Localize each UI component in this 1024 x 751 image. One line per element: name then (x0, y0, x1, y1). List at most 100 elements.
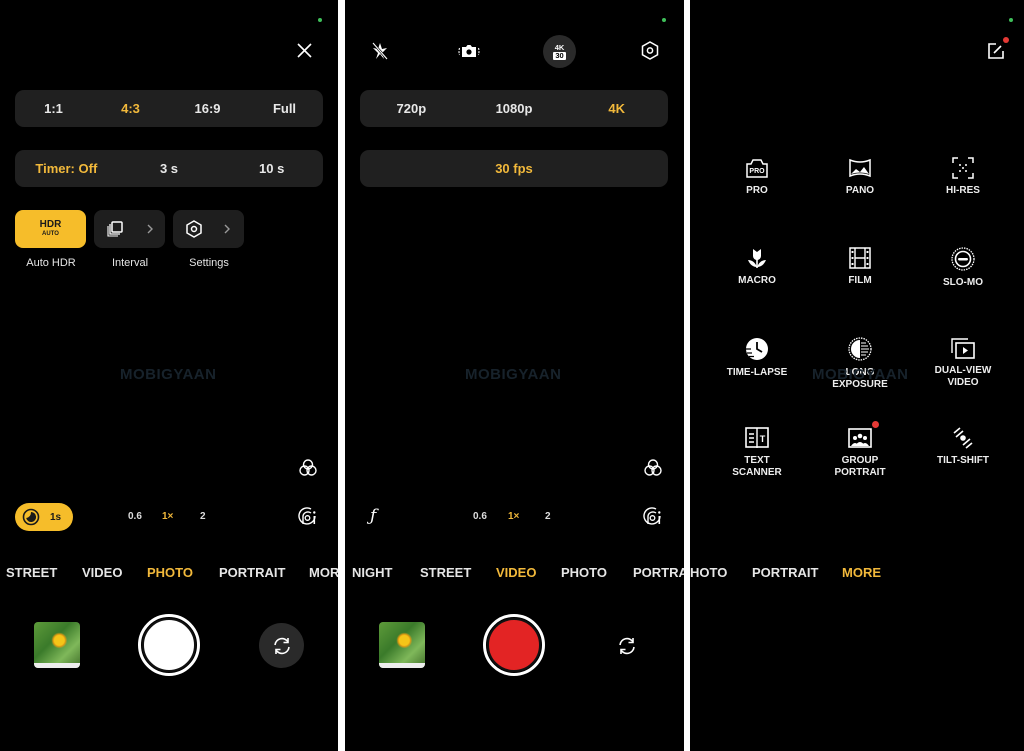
mode-tile-label: FILM (848, 275, 872, 286)
switch-camera-icon (618, 637, 635, 654)
mode-tile-text-scanner[interactable]: T TEXT SCANNER (707, 427, 807, 479)
mode-portrait[interactable]: PORTRA (633, 565, 684, 580)
chevron-right-icon (147, 224, 153, 234)
switch-camera-button[interactable] (259, 623, 304, 668)
filters-icon[interactable] (299, 459, 317, 476)
mode-portrait[interactable]: PORTRAIT (752, 565, 818, 580)
hi-res-icon (952, 157, 974, 179)
macro-icon (748, 249, 766, 268)
mode-night[interactable]: NIGHT (352, 565, 392, 580)
mode-tile-hi-res[interactable]: HI-RES (913, 157, 1013, 197)
mode-tile-label: TIME-LAPSE (726, 367, 788, 378)
settings-button[interactable] (173, 210, 244, 248)
gallery-thumbnail[interactable] (34, 622, 80, 668)
resolution-1080p[interactable]: 1080p (463, 101, 566, 116)
mode-tile-dual-view-video[interactable]: DUAL-VIEW VIDEO (913, 337, 1013, 389)
mode-tile-macro[interactable]: MACRO (707, 247, 807, 287)
interval-button[interactable] (94, 210, 165, 248)
mode-photo[interactable]: PHOTO (147, 565, 193, 580)
settings-icon[interactable] (641, 41, 659, 60)
close-button[interactable] (297, 43, 312, 58)
zoom-2x[interactable]: 2 (200, 511, 206, 522)
zoom-0-6[interactable]: 0.6 (128, 511, 142, 522)
aperture-icon (22, 508, 40, 526)
zoom-2x[interactable]: 2 (545, 511, 551, 522)
new-badge-dot (872, 421, 879, 428)
mode-tile-label: PRO (746, 185, 768, 196)
mode-tile-slo-mo[interactable]: SLO-MO (913, 247, 1013, 289)
resolution-720p[interactable]: 720p (360, 101, 463, 116)
zoom-1x[interactable]: 1× (508, 511, 519, 522)
timer-3s[interactable]: 3 s (118, 161, 221, 176)
svg-text:PRO: PRO (749, 168, 765, 175)
aspect-1-1[interactable]: 1:1 (15, 101, 92, 116)
burst-stack-icon (107, 221, 123, 237)
settings-hexagon-icon (186, 220, 202, 238)
notification-dot (1003, 37, 1009, 43)
aspect-16-9[interactable]: 16:9 (169, 101, 246, 116)
record-inner (487, 618, 541, 672)
mode-tile-pro[interactable]: PRO PRO (707, 157, 807, 197)
mode-photo[interactable]: HOTO (690, 565, 727, 580)
auto-hdr-button[interactable]: HDR AUTO (15, 210, 86, 248)
timer-selector: Timer: Off 3 s 10 s (15, 150, 323, 187)
mode-street[interactable]: STREET (6, 565, 57, 580)
filters-icon[interactable] (644, 459, 662, 476)
mode-tile-tilt-shift[interactable]: TILT-SHIFT (913, 427, 1013, 467)
status-indicator-dot (318, 18, 322, 22)
time-lapse-icon (746, 338, 768, 360)
mode-street[interactable]: STREET (420, 565, 471, 580)
mode-more[interactable]: MORE (842, 565, 881, 580)
aspect-4-3[interactable]: 4:3 (92, 101, 169, 116)
mode-portrait[interactable]: PORTRAIT (219, 565, 285, 580)
mode-tile-pano[interactable]: PANO (810, 157, 910, 197)
res-badge-bottom: 30 (553, 50, 566, 60)
group-portrait-icon (848, 428, 872, 448)
mode-photo[interactable]: PHOTO (561, 565, 607, 580)
mode-tile-label: DUAL-VIEW VIDEO (934, 365, 992, 388)
resolution-badge-button[interactable]: 4K 30 (543, 35, 576, 68)
edit-modes-button[interactable] (987, 37, 1009, 60)
shutter-inner (142, 618, 196, 672)
mode-more[interactable]: MOR (309, 565, 338, 580)
edit-icon (988, 43, 1004, 59)
watermark: MOBIGYAAN (465, 366, 562, 383)
settings-label: Settings (189, 257, 229, 269)
ai-portrait-icon[interactable] (643, 507, 662, 526)
switch-camera-button[interactable] (604, 623, 649, 668)
exposure-time-value: 1s (50, 511, 62, 523)
mode-video[interactable]: VIDEO (496, 565, 536, 580)
resolution-4k[interactable]: 4K (565, 101, 668, 116)
record-button[interactable] (483, 614, 545, 676)
watermark: MOBIGYAAN (812, 366, 909, 383)
aspect-full[interactable]: Full (246, 101, 323, 116)
mode-tile-group-portrait[interactable]: GROUP PORTRAIT (810, 421, 910, 479)
mode-tile-film[interactable]: FILM (810, 247, 910, 287)
mode-tile-time-lapse[interactable]: TIME-LAPSE (707, 337, 807, 379)
timer-10s[interactable]: 10 s (220, 161, 323, 176)
mode-video[interactable]: VIDEO (82, 565, 122, 580)
mode-tile-label: GROUP PORTRAIT (834, 455, 886, 478)
mode-tile-label: TILT-SHIFT (936, 455, 990, 466)
log-filter-icon[interactable]: ƒ (370, 506, 376, 526)
long-exposure-icon (848, 337, 872, 361)
auto-hdr-label: Auto HDR (26, 257, 76, 269)
tilt-shift-icon (953, 427, 973, 449)
mode-tile-label: SLO-MO (943, 277, 983, 288)
exposure-time-button[interactable]: 1s (15, 503, 73, 531)
aspect-ratio-selector: 1:1 4:3 16:9 Full (15, 90, 323, 127)
stabilization-icon[interactable] (458, 43, 480, 59)
dual-view-video-icon (951, 338, 975, 359)
timer-off[interactable]: Timer: Off (15, 161, 118, 176)
fps-30[interactable]: 30 fps (360, 161, 668, 176)
zoom-1x[interactable]: 1× (162, 511, 173, 522)
status-indicator-dot (1009, 18, 1013, 22)
gallery-thumbnail[interactable] (379, 622, 425, 668)
svg-text:T: T (760, 434, 766, 444)
zoom-0-6[interactable]: 0.6 (473, 511, 487, 522)
switch-camera-icon (273, 637, 290, 654)
ai-portrait-icon[interactable] (298, 507, 317, 526)
flash-off-icon[interactable] (372, 42, 388, 60)
interval-label: Interval (111, 257, 149, 269)
shutter-button[interactable] (138, 614, 200, 676)
